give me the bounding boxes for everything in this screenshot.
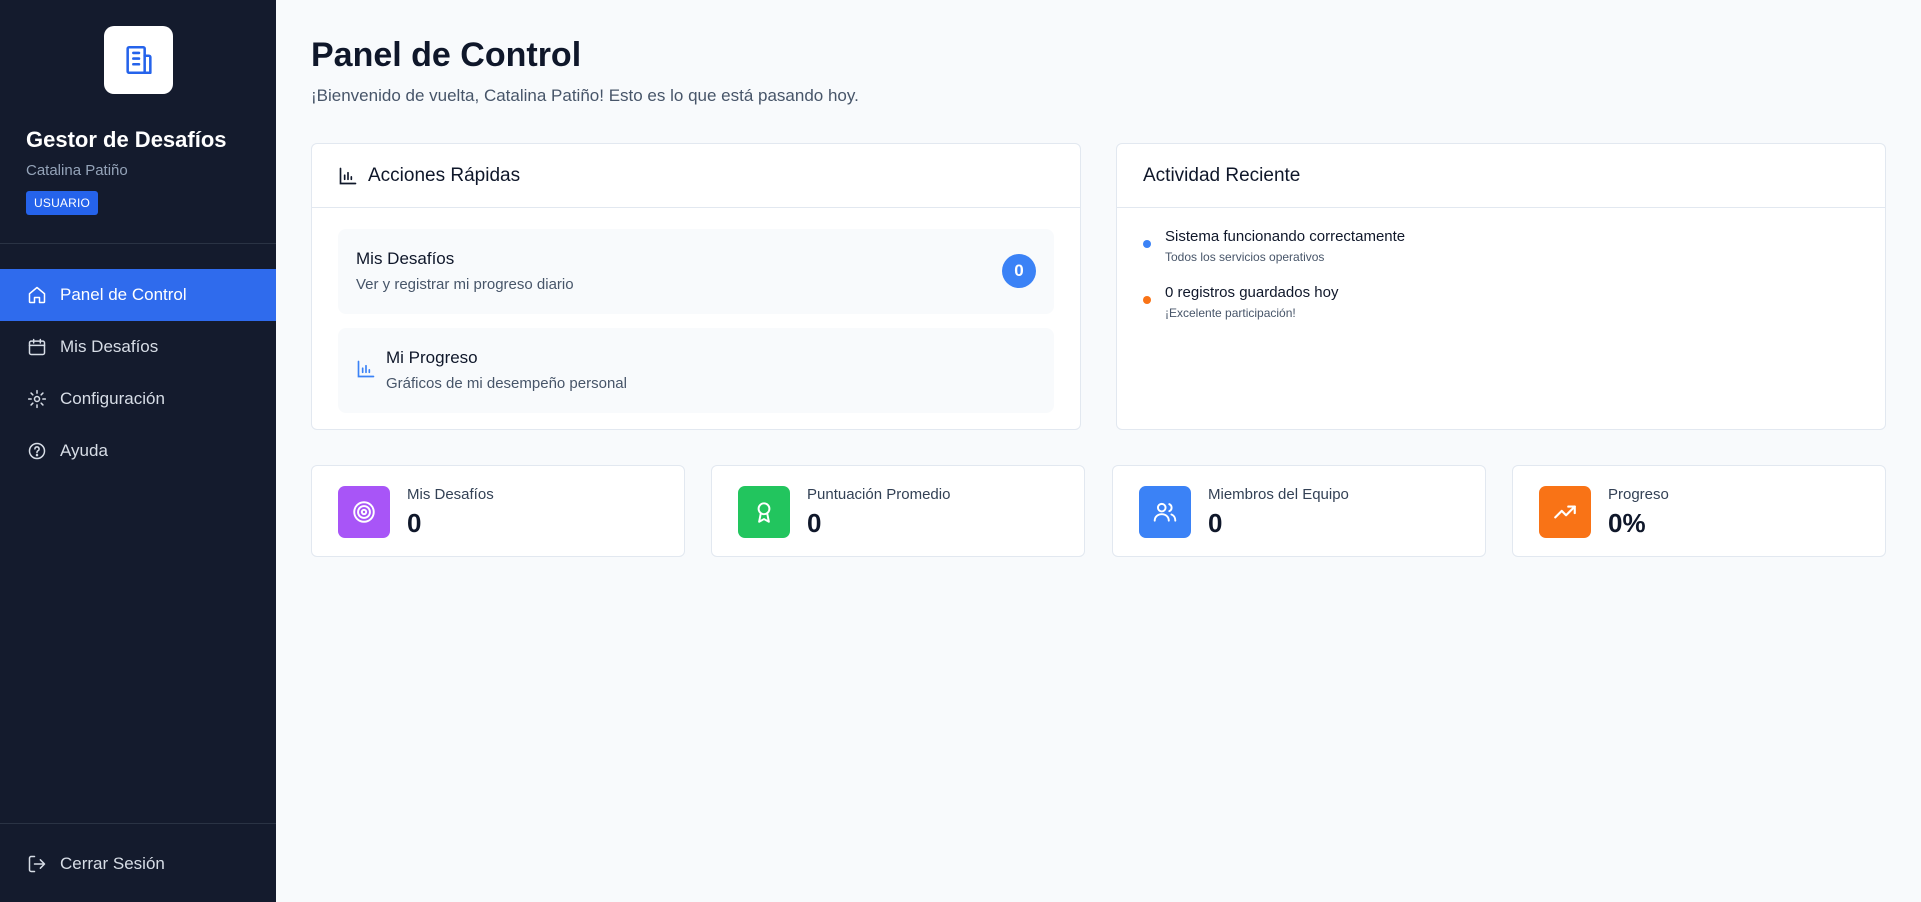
activity-title: 0 registros guardados hoy bbox=[1165, 284, 1339, 301]
sidebar-divider bbox=[0, 243, 276, 244]
quick-actions-card: Acciones Rápidas Mis Desafíos Ver y regi… bbox=[311, 143, 1081, 430]
quick-action-description: Gráficos de mi desempeño personal bbox=[386, 375, 627, 392]
activity-description: Todos los servicios operativos bbox=[1165, 250, 1325, 264]
role-badge: USUARIO bbox=[26, 191, 99, 215]
activity-description: ¡Excelente participación! bbox=[1165, 306, 1296, 320]
sidebar-item-label: Ayuda bbox=[60, 441, 108, 460]
quick-actions-title: Acciones Rápidas bbox=[368, 164, 521, 186]
stat-label: Puntuación Promedio bbox=[807, 486, 951, 503]
stat-card-progreso: Progreso 0% bbox=[1512, 465, 1886, 557]
status-dot bbox=[1143, 296, 1151, 304]
recent-activity-header: Actividad Reciente bbox=[1117, 144, 1885, 208]
logout-button[interactable]: Cerrar Sesión bbox=[0, 838, 276, 890]
count-badge: 0 bbox=[1002, 254, 1036, 288]
stat-card-miembros-del-equipo: Miembros del Equipo 0 bbox=[1112, 465, 1486, 557]
sidebar-item-label: Configuración bbox=[60, 389, 165, 408]
help-circle-icon bbox=[26, 440, 48, 462]
page-title: Panel de Control bbox=[311, 36, 582, 74]
quick-action-mis-desafios[interactable]: Mis Desafíos Ver y registrar mi progreso… bbox=[338, 229, 1054, 314]
quick-action-mi-progreso[interactable]: Mi Progreso Gráficos de mi desempeño per… bbox=[338, 328, 1054, 413]
status-dot bbox=[1143, 240, 1151, 248]
stat-label: Miembros del Equipo bbox=[1208, 486, 1349, 503]
page-subtitle: ¡Bienvenido de vuelta, Catalina Patiño! … bbox=[311, 86, 859, 105]
sidebar: Gestor de Desafíos Catalina Patiño USUAR… bbox=[0, 0, 276, 902]
target-icon bbox=[338, 486, 390, 538]
users-icon bbox=[1139, 486, 1191, 538]
recent-activity-card: Actividad Reciente Sistema funcionando c… bbox=[1116, 143, 1886, 430]
bar-chart-icon bbox=[356, 359, 376, 379]
sidebar-item-panel-de-control[interactable]: Panel de Control bbox=[0, 269, 276, 321]
logout-label: Cerrar Sesión bbox=[60, 854, 165, 873]
recent-activity-title: Actividad Reciente bbox=[1143, 164, 1301, 186]
stat-label: Progreso bbox=[1608, 486, 1669, 503]
app-title: Gestor de Desafíos bbox=[26, 127, 227, 152]
bar-chart-icon bbox=[338, 166, 358, 186]
stat-label: Mis Desafíos bbox=[407, 486, 494, 503]
stat-value: 0 bbox=[807, 508, 822, 538]
sidebar-item-label: Panel de Control bbox=[60, 285, 187, 304]
stat-value: 0 bbox=[1208, 508, 1223, 538]
user-name: Catalina Patiño bbox=[26, 162, 128, 179]
quick-action-description: Ver y registrar mi progreso diario bbox=[356, 276, 574, 293]
building-icon bbox=[125, 45, 152, 75]
activity-title: Sistema funcionando correctamente bbox=[1165, 228, 1406, 245]
stat-card-mis-desafios: Mis Desafíos 0 bbox=[311, 465, 685, 557]
quick-actions-header: Acciones Rápidas bbox=[312, 144, 1080, 208]
sidebar-item-ayuda[interactable]: Ayuda bbox=[0, 425, 276, 477]
sidebar-item-mis-desafios[interactable]: Mis Desafíos bbox=[0, 321, 276, 373]
sidebar-item-configuracion[interactable]: Configuración bbox=[0, 373, 276, 425]
sidebar-bottom-divider bbox=[0, 823, 276, 824]
award-icon bbox=[738, 486, 790, 538]
gear-icon bbox=[26, 388, 48, 410]
quick-action-title: Mi Progreso bbox=[386, 348, 478, 367]
calendar-icon bbox=[26, 336, 48, 358]
stat-card-puntuacion-promedio: Puntuación Promedio 0 bbox=[711, 465, 1085, 557]
app-logo bbox=[104, 26, 173, 94]
stat-value: 0 bbox=[407, 508, 422, 538]
quick-action-title: Mis Desafíos bbox=[356, 249, 455, 268]
trending-up-icon bbox=[1539, 486, 1591, 538]
home-icon bbox=[26, 284, 48, 306]
sidebar-nav: Panel de Control Mis Desafíos Configurac… bbox=[0, 269, 276, 477]
logout-icon bbox=[26, 853, 48, 875]
sidebar-item-label: Mis Desafíos bbox=[60, 337, 159, 356]
stat-value: 0% bbox=[1608, 508, 1646, 538]
